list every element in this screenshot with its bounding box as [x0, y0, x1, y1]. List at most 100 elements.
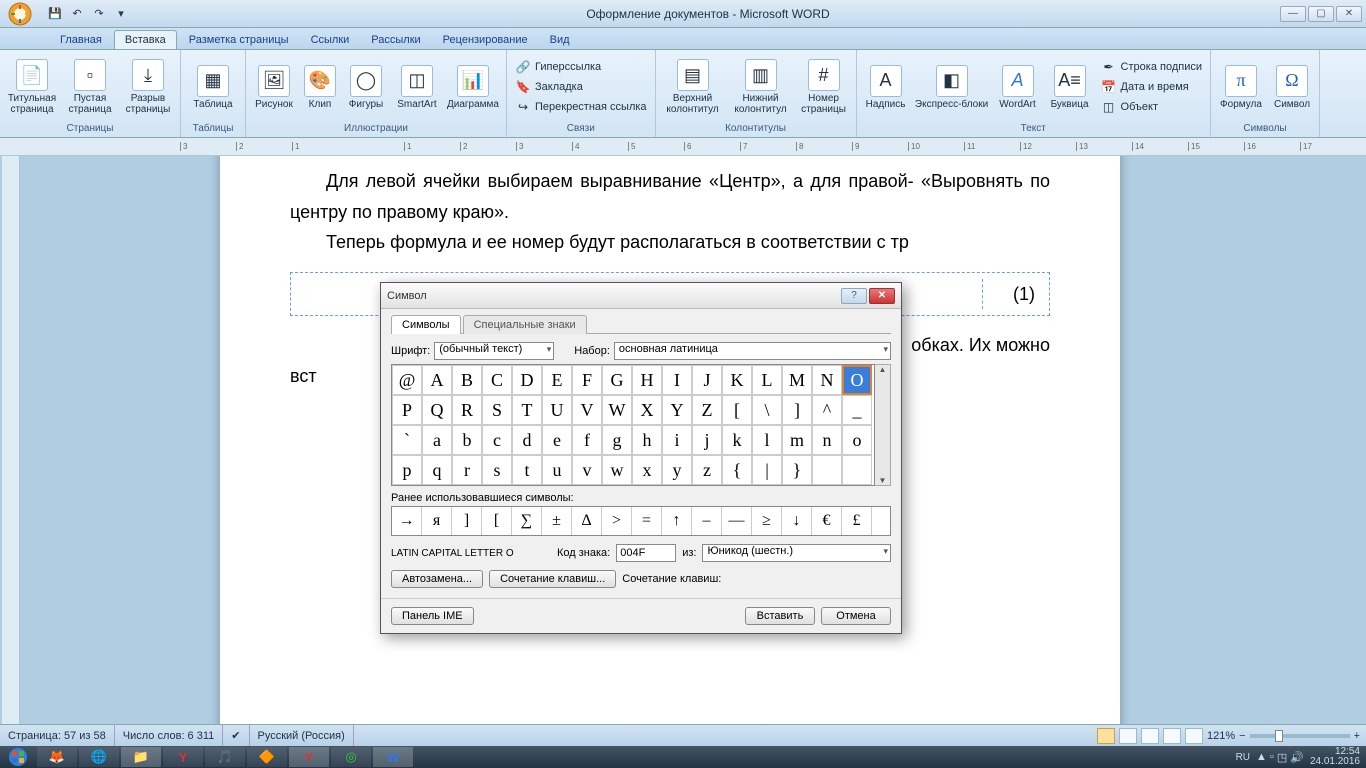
taskbar-firefox[interactable]: 🦊 — [37, 747, 77, 767]
tray-flag-icon[interactable]: ▫ — [1270, 751, 1274, 764]
view-draft-button[interactable] — [1185, 728, 1203, 744]
recent-symbol-cell[interactable]: = — [632, 507, 662, 535]
symbol-cell[interactable]: } — [782, 455, 812, 485]
zoom-out-icon[interactable]: − — [1239, 730, 1245, 742]
symbol-cell[interactable]: j — [692, 425, 722, 455]
tab-special-chars[interactable]: Специальные знаки — [463, 315, 587, 334]
status-language[interactable]: Русский (Россия) — [250, 725, 354, 746]
from-combo[interactable]: Юникод (шестн.) — [702, 544, 891, 562]
symbol-cell[interactable]: R — [452, 395, 482, 425]
status-page[interactable]: Страница: 57 из 58 — [0, 725, 115, 746]
symbol-cell[interactable]: [ — [722, 395, 752, 425]
symbol-cell[interactable]: q — [422, 455, 452, 485]
start-button[interactable] — [0, 746, 36, 768]
symbol-cell[interactable]: B — [452, 365, 482, 395]
wordart-button[interactable]: AWordArt — [993, 54, 1043, 120]
tray-lang[interactable]: RU — [1236, 752, 1250, 763]
symbol-cell[interactable]: J — [692, 365, 722, 395]
page-break-button[interactable]: ⤓Разрыв страницы — [120, 54, 176, 120]
recent-symbol-cell[interactable]: ] — [452, 507, 482, 535]
taskbar-app2[interactable]: Y — [289, 747, 329, 767]
symbol-cell[interactable]: n — [812, 425, 842, 455]
cover-page-button[interactable]: 📄Титульная страница — [4, 54, 60, 120]
equation-button[interactable]: πФормула — [1215, 54, 1267, 120]
symbol-cell[interactable]: g — [602, 425, 632, 455]
object-button[interactable]: ◫Объект — [1097, 97, 1206, 117]
datetime-button[interactable]: 📅Дата и время — [1097, 77, 1206, 97]
crossref-button[interactable]: ↪Перекрестная ссылка — [511, 97, 651, 117]
symbol-cell[interactable]: G — [602, 365, 632, 395]
shortcut-button[interactable]: Сочетание клавиш... — [489, 570, 616, 588]
textbox-button[interactable]: AНадпись — [861, 54, 911, 120]
tray-clock[interactable]: 12:54 24.01.2016 — [1310, 747, 1360, 767]
save-icon[interactable]: 💾 — [46, 5, 64, 23]
dialog-close-button[interactable]: ✕ — [869, 288, 895, 304]
status-wordcount[interactable]: Число слов: 6 311 — [115, 725, 224, 746]
dialog-titlebar[interactable]: Символ ? ✕ — [381, 283, 901, 309]
bookmark-button[interactable]: 🔖Закладка — [511, 77, 651, 97]
symbol-cell[interactable]: Q — [422, 395, 452, 425]
symbol-cell[interactable]: E — [542, 365, 572, 395]
symbol-cell[interactable]: A — [422, 365, 452, 395]
undo-icon[interactable]: ↶ — [68, 5, 86, 23]
tab-pagelayout[interactable]: Разметка страницы — [179, 31, 299, 49]
taskbar-app3[interactable]: ◎ — [331, 747, 371, 767]
redo-icon[interactable]: ↷ — [90, 5, 108, 23]
symbol-cell[interactable]: ` — [392, 425, 422, 455]
symbol-cell[interactable] — [842, 455, 872, 485]
symbol-cell[interactable]: ^ — [812, 395, 842, 425]
shapes-button[interactable]: ◯Фигуры — [342, 54, 390, 120]
view-web-button[interactable] — [1141, 728, 1159, 744]
font-combo[interactable]: (обычный текст) — [434, 342, 554, 360]
taskbar-media[interactable]: 🎵 — [205, 747, 245, 767]
symbol-cell[interactable]: Y — [662, 395, 692, 425]
symbol-cell[interactable]: ] — [782, 395, 812, 425]
taskbar-yandex[interactable]: Y — [163, 747, 203, 767]
zoom-slider[interactable] — [1250, 734, 1350, 738]
horizontal-ruler[interactable]: 3 2 1 1 2 3 4 5 6 7 8 9 10 11 12 13 14 1… — [0, 138, 1366, 156]
symbol-cell[interactable]: { — [722, 455, 752, 485]
recent-symbol-cell[interactable]: → — [392, 507, 422, 535]
recent-symbol-cell[interactable]: ↓ — [782, 507, 812, 535]
symbol-cell[interactable]: y — [662, 455, 692, 485]
recent-symbol-cell[interactable]: £ — [842, 507, 872, 535]
status-zoom[interactable]: 121% — [1207, 730, 1235, 742]
tab-review[interactable]: Рецензирование — [433, 31, 538, 49]
symbol-cell[interactable]: T — [512, 395, 542, 425]
scroll-up-icon[interactable]: ▲ — [879, 365, 887, 374]
maximize-button[interactable]: ▢ — [1308, 6, 1334, 22]
recent-symbol-cell[interactable]: Δ — [572, 507, 602, 535]
zoom-thumb[interactable] — [1275, 730, 1283, 742]
code-input[interactable]: 004F — [616, 544, 676, 562]
recent-symbol-cell[interactable]: — — [722, 507, 752, 535]
recent-symbol-cell[interactable]: я — [422, 507, 452, 535]
symbol-cell[interactable]: | — [752, 455, 782, 485]
symbol-cell[interactable]: I — [662, 365, 692, 395]
vertical-ruler[interactable] — [2, 156, 20, 724]
cancel-button[interactable]: Отмена — [821, 607, 891, 625]
symbol-cell[interactable]: s — [482, 455, 512, 485]
grid-scrollbar[interactable]: ▲▼ — [875, 364, 891, 486]
clipart-button[interactable]: 🎨Клип — [300, 54, 340, 120]
tab-mailings[interactable]: Рассылки — [361, 31, 430, 49]
symbol-cell[interactable]: u — [542, 455, 572, 485]
taskbar-app1[interactable]: 🔶 — [247, 747, 287, 767]
symbol-cell[interactable]: w — [602, 455, 632, 485]
symbol-cell[interactable]: X — [632, 395, 662, 425]
recent-symbol-cell[interactable]: ∑ — [512, 507, 542, 535]
footer-button[interactable]: ▥Нижний колонтитул — [728, 54, 794, 120]
tab-references[interactable]: Ссылки — [301, 31, 360, 49]
symbol-cell[interactable]: m — [782, 425, 812, 455]
zoom-in-icon[interactable]: + — [1354, 730, 1360, 742]
symbol-cell[interactable]: e — [542, 425, 572, 455]
scroll-down-icon[interactable]: ▼ — [879, 476, 887, 485]
symbol-cell[interactable]: v — [572, 455, 602, 485]
symbol-cell[interactable]: t — [512, 455, 542, 485]
tray-icons[interactable]: ▲▫◳🔊 — [1256, 751, 1304, 764]
pagenum-button[interactable]: #Номер страницы — [796, 54, 852, 120]
symbol-cell[interactable]: H — [632, 365, 662, 395]
picture-button[interactable]: 🖼Рисунок — [250, 54, 298, 120]
view-outline-button[interactable] — [1163, 728, 1181, 744]
symbol-cell[interactable]: f — [572, 425, 602, 455]
symbol-cell[interactable]: h — [632, 425, 662, 455]
